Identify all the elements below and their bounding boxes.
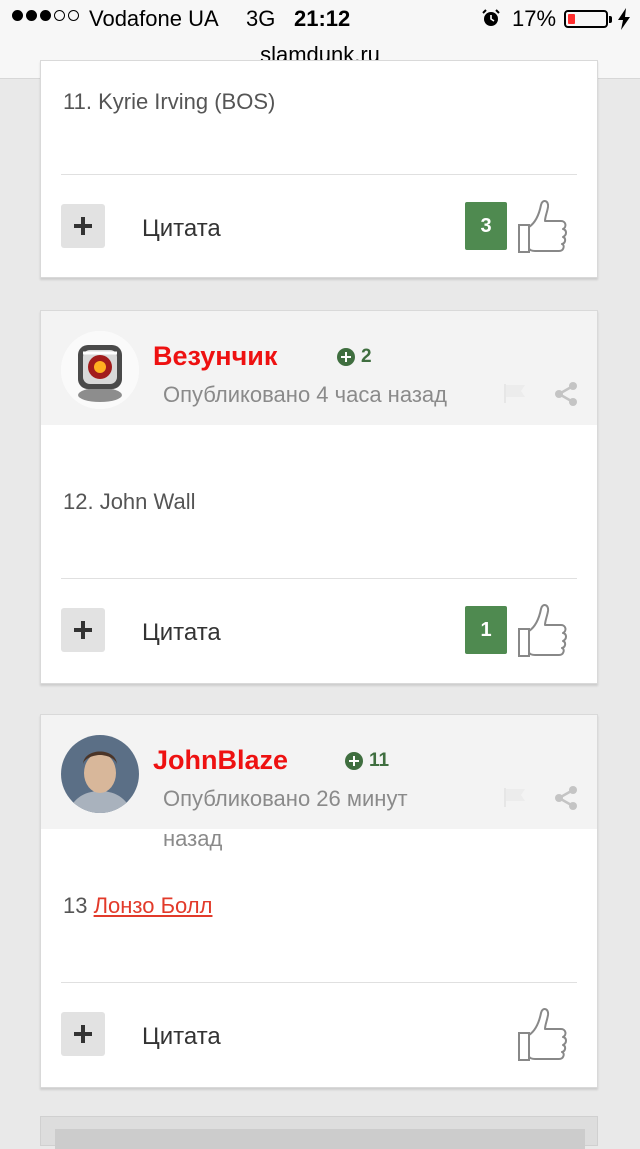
report-flag-icon[interactable] [503, 787, 529, 807]
championship-ring-image [61, 331, 139, 409]
network-type: 3G [246, 6, 276, 31]
signal-strength-icon [12, 10, 79, 21]
reputation-badge: 2 [337, 346, 372, 368]
forum-post: Везунчик 2 Опубликовано 4 часа назад 12.… [40, 310, 598, 684]
post-body: 13 Лонзо Болл [63, 893, 212, 919]
like-thumbs-up-icon[interactable] [515, 601, 569, 659]
like-count-badge: 1 [465, 606, 507, 654]
post-author-name[interactable]: JohnBlaze [153, 745, 288, 776]
multiquote-add-button[interactable] [61, 608, 105, 652]
post-author-name[interactable]: Везунчик [153, 341, 277, 372]
post-header-partial [55, 1129, 585, 1149]
battery-icon [564, 10, 612, 28]
post-divider [61, 174, 577, 175]
post-body-link[interactable]: Лонзо Болл [94, 893, 213, 918]
post-header: JohnBlaze 11 Опубликовано 26 минут назад [41, 715, 597, 851]
multiquote-add-button[interactable] [61, 204, 105, 248]
plus-circle-icon [345, 752, 363, 770]
carrier-name: Vodafone UA [89, 6, 219, 31]
post-divider [61, 578, 577, 579]
charging-bolt-icon [618, 8, 630, 30]
plus-circle-icon [337, 348, 355, 366]
forum-post: JohnBlaze 11 Опубликовано 26 минут назад… [40, 714, 598, 1088]
post-header: Везунчик 2 Опубликовано 4 часа назад [41, 311, 597, 425]
like-thumbs-up-icon[interactable] [515, 1005, 569, 1063]
user-photo-image [61, 735, 139, 813]
alarm-icon [482, 9, 500, 26]
forum-post: 11. Kyrie Irving (BOS) Цитата 3 [40, 60, 598, 278]
share-icon[interactable] [553, 785, 579, 811]
battery-percent: 17% [512, 6, 557, 31]
post-body: 11. Kyrie Irving (BOS) [63, 89, 276, 114]
quote-button[interactable]: Цитата [142, 1023, 221, 1051]
clock: 21:12 [294, 6, 351, 31]
share-icon[interactable] [553, 381, 579, 407]
forum-post-partial [40, 1116, 598, 1149]
reputation-count: 2 [361, 346, 372, 367]
user-avatar[interactable] [61, 331, 139, 409]
post-body: 12. John Wall [63, 489, 196, 514]
reputation-count: 11 [369, 750, 390, 771]
reputation-badge: 11 [345, 750, 389, 772]
quote-button[interactable]: Цитата [142, 215, 221, 243]
user-avatar[interactable] [61, 735, 139, 813]
post-body-text: 13 [63, 893, 94, 918]
like-count-badge: 3 [465, 202, 507, 250]
post-date: Опубликовано 4 часа назад [163, 382, 447, 407]
multiquote-add-button[interactable] [61, 1012, 105, 1056]
post-date: Опубликовано 26 минут назад [163, 786, 408, 851]
report-flag-icon[interactable] [503, 383, 529, 403]
quote-button[interactable]: Цитата [142, 619, 221, 647]
post-divider [61, 982, 577, 983]
like-thumbs-up-icon[interactable] [515, 197, 569, 255]
